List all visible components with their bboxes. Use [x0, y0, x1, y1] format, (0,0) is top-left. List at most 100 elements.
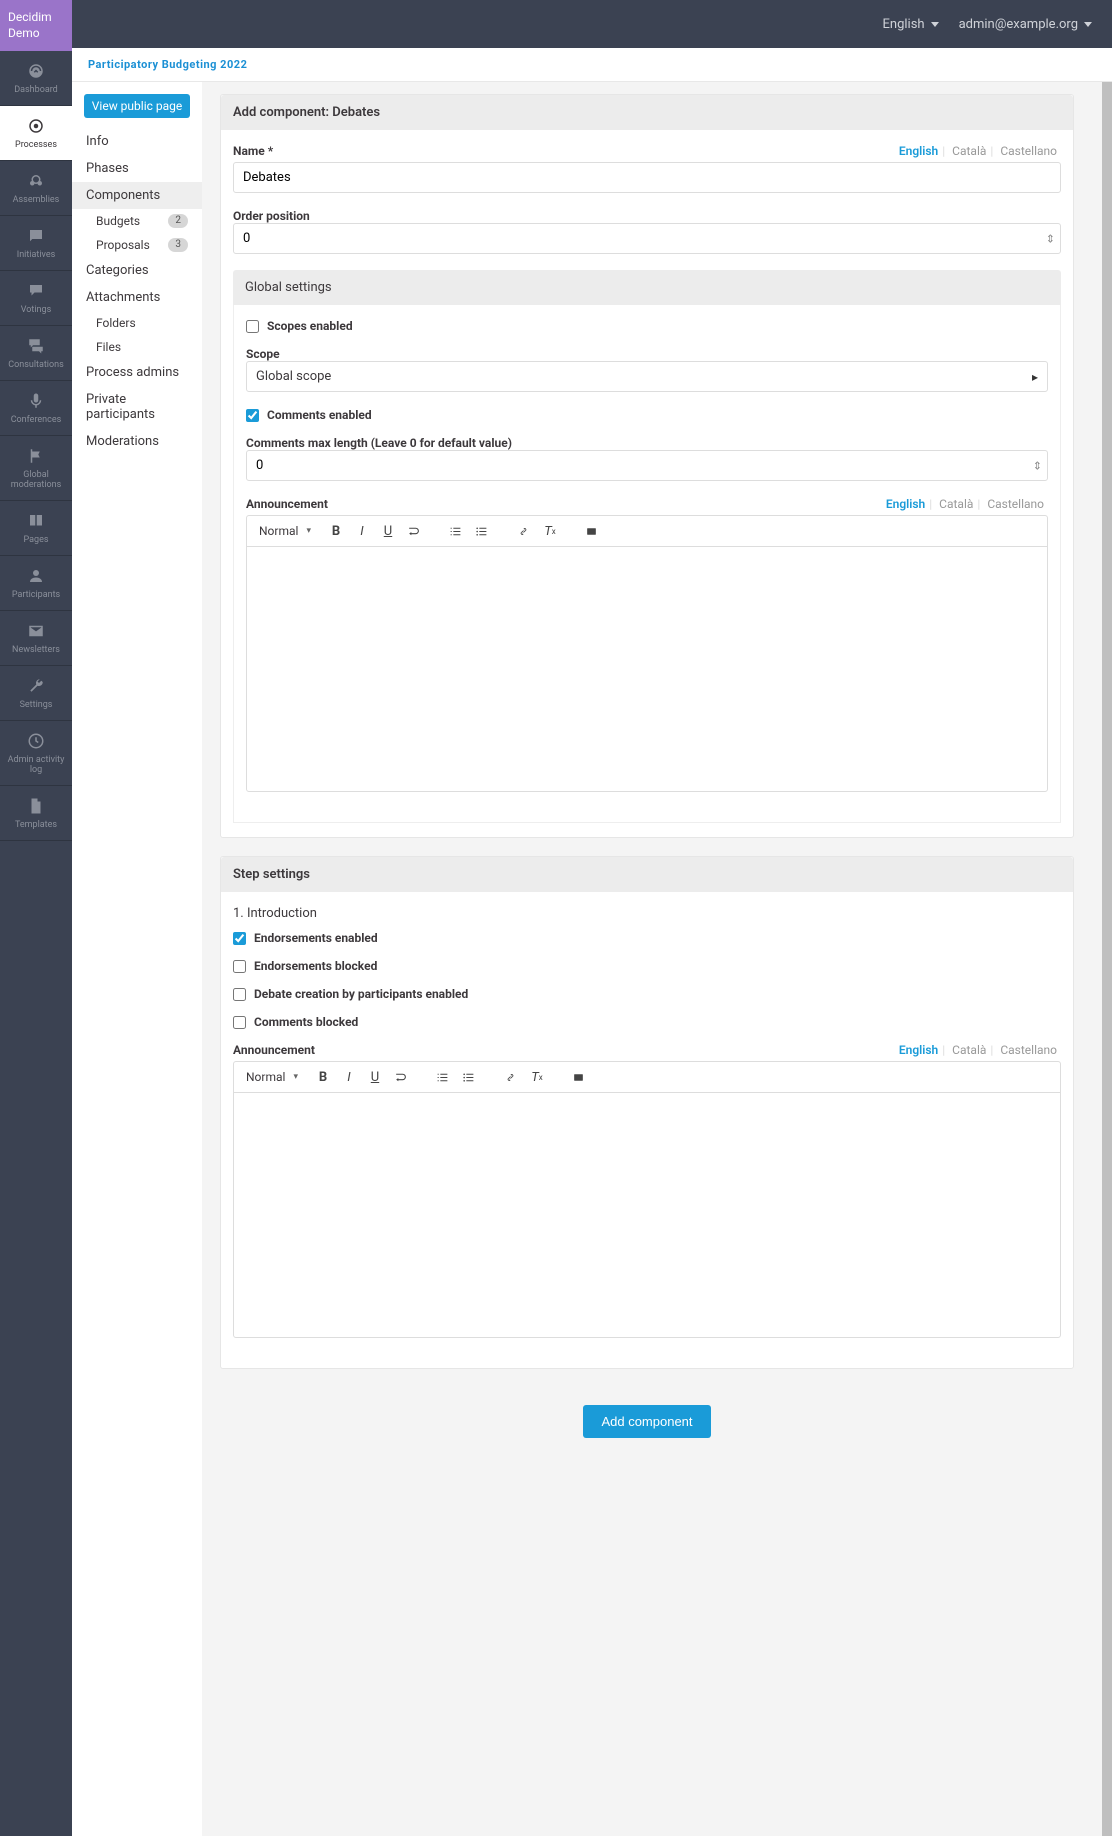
user-menu[interactable]: admin@example.org: [959, 17, 1092, 32]
underline-icon[interactable]: U: [377, 520, 399, 542]
bold-icon[interactable]: B: [325, 520, 347, 542]
page-title: Add component: Debates: [221, 95, 1073, 130]
step-announcement-textarea[interactable]: [234, 1093, 1060, 1337]
subnav-private-participants[interactable]: Private participants: [72, 386, 202, 428]
nav-settings[interactable]: Settings: [0, 666, 72, 721]
scrollbar[interactable]: [1102, 82, 1112, 1836]
ordered-list-icon[interactable]: [432, 1066, 454, 1088]
link-icon[interactable]: [513, 520, 535, 542]
nav-global-moderations[interactable]: Global moderations: [0, 436, 72, 501]
view-public-page-button[interactable]: View public page: [84, 94, 190, 118]
proposals-badge: 3: [168, 238, 188, 252]
subnav-phases[interactable]: Phases: [72, 155, 202, 182]
nav-pages[interactable]: Pages: [0, 501, 72, 556]
nav-dashboard[interactable]: Dashboard: [0, 51, 72, 106]
linebreak-icon[interactable]: [390, 1066, 412, 1088]
unordered-list-icon[interactable]: [458, 1066, 480, 1088]
clock-icon: [26, 731, 46, 751]
lang-en[interactable]: English: [895, 144, 942, 158]
scopes-enabled-checkbox[interactable]: [246, 320, 259, 333]
gauge-icon: [26, 61, 46, 81]
sub-sidebar: View public page Info Phases Components …: [72, 82, 202, 1836]
video-icon[interactable]: [568, 1066, 590, 1088]
clear-format-icon[interactable]: Tx: [539, 520, 561, 542]
language-menu[interactable]: English: [883, 17, 939, 32]
nav-templates[interactable]: Templates: [0, 786, 72, 841]
link-icon[interactable]: [500, 1066, 522, 1088]
nav-admin-activity-log[interactable]: Admin activity log: [0, 721, 72, 786]
step-announcement-lang-tabs: English| Català| Castellano: [895, 1043, 1061, 1057]
subnav-proposals[interactable]: Proposals 3: [72, 233, 202, 257]
subnav-categories[interactable]: Categories: [72, 257, 202, 284]
format-select[interactable]: Normal: [255, 522, 302, 540]
comments-blocked-checkbox[interactable]: [233, 1016, 246, 1029]
main-content: Add component: Debates Name * English| C…: [202, 82, 1102, 1836]
linebreak-icon[interactable]: [403, 520, 425, 542]
nav-participants[interactable]: Participants: [0, 556, 72, 611]
topbar: English admin@example.org: [72, 0, 1112, 48]
bold-icon[interactable]: B: [312, 1066, 334, 1088]
subnav-budgets[interactable]: Budgets 2: [72, 209, 202, 233]
announcement-textarea[interactable]: [247, 547, 1047, 791]
comments-max-input[interactable]: [246, 450, 1048, 481]
order-position-label: Order position: [233, 209, 1061, 223]
subnav-attachments[interactable]: Attachments: [72, 284, 202, 311]
endorsements-blocked-row[interactable]: Endorsements blocked: [233, 959, 1061, 973]
announcement-editor: Normal ▾ B I U: [246, 515, 1048, 792]
video-icon[interactable]: [581, 520, 603, 542]
comments-enabled-row[interactable]: Comments enabled: [246, 408, 1048, 422]
subnav-info[interactable]: Info: [72, 128, 202, 155]
italic-icon[interactable]: I: [338, 1066, 360, 1088]
name-label: Name *: [233, 144, 273, 158]
nav-consultations[interactable]: Consultations: [0, 326, 72, 381]
debate-creation-checkbox[interactable]: [233, 988, 246, 1001]
add-component-button[interactable]: Add component: [583, 1405, 710, 1438]
breadcrumb-bar: Participatory Budgeting 2022: [72, 48, 1112, 82]
lang-en[interactable]: English: [882, 497, 929, 511]
lang-es[interactable]: Castellano: [983, 497, 1048, 511]
nav-newsletters[interactable]: Newsletters: [0, 611, 72, 666]
ordered-list-icon[interactable]: [445, 520, 467, 542]
nav-assemblies[interactable]: Assemblies: [0, 161, 72, 216]
step-announcement-editor: Normal ▾ B I U: [233, 1061, 1061, 1338]
step-name: 1. Introduction: [233, 906, 1061, 921]
global-settings-header: Global settings: [233, 270, 1061, 305]
endorsements-enabled-row[interactable]: Endorsements enabled: [233, 931, 1061, 945]
step-settings-header: Step settings: [221, 857, 1073, 892]
comments-icon: [26, 336, 46, 356]
subnav-moderations[interactable]: Moderations: [72, 428, 202, 455]
format-select[interactable]: Normal: [242, 1068, 289, 1086]
lang-ca[interactable]: Català: [935, 497, 977, 511]
lang-ca[interactable]: Català: [948, 144, 990, 158]
subnav-folders[interactable]: Folders: [72, 311, 202, 335]
debate-creation-row[interactable]: Debate creation by participants enabled: [233, 987, 1061, 1001]
unordered-list-icon[interactable]: [471, 520, 493, 542]
lang-es[interactable]: Castellano: [996, 1043, 1061, 1057]
order-position-input[interactable]: [233, 223, 1061, 254]
clear-format-icon[interactable]: Tx: [526, 1066, 548, 1088]
subnav-process-admins[interactable]: Process admins: [72, 359, 202, 386]
step-announcement-label: Announcement: [233, 1043, 315, 1057]
comments-enabled-checkbox[interactable]: [246, 409, 259, 422]
italic-icon[interactable]: I: [351, 520, 373, 542]
comments-blocked-row[interactable]: Comments blocked: [233, 1015, 1061, 1029]
endorsements-enabled-checkbox[interactable]: [233, 932, 246, 945]
endorsements-blocked-checkbox[interactable]: [233, 960, 246, 973]
underline-icon[interactable]: U: [364, 1066, 386, 1088]
subnav-components[interactable]: Components: [72, 182, 202, 209]
lang-es[interactable]: Castellano: [996, 144, 1061, 158]
main-sidebar: Decidim Demo Dashboard Processes Assembl…: [0, 0, 72, 1836]
scope-select[interactable]: Global scope: [246, 361, 1048, 392]
subnav-files[interactable]: Files: [72, 335, 202, 359]
nav-votings[interactable]: Votings: [0, 271, 72, 326]
microphone-icon: [26, 391, 46, 411]
lang-ca[interactable]: Català: [948, 1043, 990, 1057]
nav-initiatives[interactable]: Initiatives: [0, 216, 72, 271]
nav-processes[interactable]: Processes: [0, 106, 72, 161]
nav-conferences[interactable]: Conferences: [0, 381, 72, 436]
breadcrumb-link[interactable]: Participatory Budgeting 2022: [88, 58, 247, 71]
name-input[interactable]: [233, 162, 1061, 193]
scopes-enabled-row[interactable]: Scopes enabled: [246, 319, 1048, 333]
lang-en[interactable]: English: [895, 1043, 942, 1057]
caret-down-icon: [1084, 22, 1092, 27]
